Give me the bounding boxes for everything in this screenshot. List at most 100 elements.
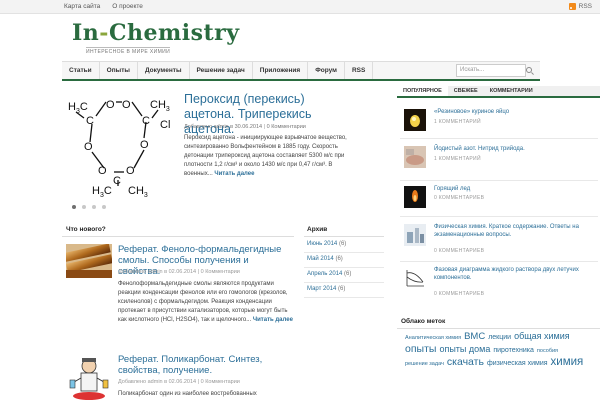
post-item: Реферат. Поликарбонат. Синтез, свойства,…: [66, 354, 291, 400]
slider-dot[interactable]: [102, 205, 106, 209]
slider-dots: [72, 205, 106, 209]
atom-o-1: O: [106, 99, 115, 111]
new-posts-heading: Что нового?: [66, 226, 106, 233]
atom-o-5: O: [98, 165, 107, 177]
post-read-more[interactable]: Читать далее: [253, 317, 293, 323]
chlorine-group: Cl: [160, 119, 170, 131]
archive-item[interactable]: Май 2014 (6): [304, 253, 384, 268]
atom-o-2: O: [122, 99, 131, 111]
archive-item-count: (6): [338, 241, 347, 247]
featured-read-more[interactable]: Читать далее: [214, 171, 254, 177]
tag-cloud-heading: Облако меток: [401, 318, 446, 325]
search-button[interactable]: [525, 65, 535, 75]
divider: [397, 328, 600, 329]
popular-item: Йодистый азот. Нитрид трийода. 1 КОММЕНТ…: [400, 146, 600, 174]
featured-title[interactable]: Пероксид (перекись) ацетона. Триперекись…: [184, 92, 349, 137]
slider-dot[interactable]: [92, 205, 96, 209]
atom-c-1: C: [86, 115, 94, 127]
post-title[interactable]: Реферат. Поликарбонат. Синтез, свойства,…: [118, 354, 293, 376]
popular-comments: 0 КОММЕНТАРИЕВ: [434, 291, 485, 297]
tag-link[interactable]: химия: [551, 356, 584, 368]
archive-item[interactable]: Апрель 2014 (6): [304, 268, 384, 283]
egg-image: [404, 109, 426, 131]
tag-cloud: Аналитическая химия ВМС лекции общая химияо…: [405, 331, 600, 370]
post-meta-added: Добавлено admin в 02.06.2014: [118, 379, 197, 385]
search-input[interactable]: Искать...: [456, 64, 526, 77]
archive-item-count: (6): [335, 256, 343, 262]
tag-link[interactable]: опыты: [405, 344, 436, 355]
search-icon: [526, 67, 532, 73]
sitemap-link[interactable]: Карта сайта: [64, 3, 100, 10]
divider: [304, 236, 384, 237]
nav-item-problems[interactable]: Решение задач: [190, 62, 253, 79]
popular-title[interactable]: Йодистый азот. Нитрид трийода.: [434, 146, 599, 154]
rss-top-label: RSS: [578, 3, 592, 10]
featured-meta-added: Добавлено admin в 30.06.2014: [184, 124, 263, 130]
nav-item-rss[interactable]: RSS: [345, 62, 374, 79]
popular-title[interactable]: Горящий лед: [434, 186, 599, 194]
site-logo[interactable]: In-Chemistry ИНТЕРЕСНОЕ В МИРЕ ХИМИИ: [72, 20, 239, 60]
archive-item-label: Июнь 2014: [307, 241, 338, 247]
nav-item-experiments[interactable]: Опыты: [100, 62, 138, 79]
nav-item-forum[interactable]: Форум: [308, 62, 345, 79]
tab-comments[interactable]: КОММЕНТАРИИ: [484, 86, 539, 96]
popular-thumbnail[interactable]: [404, 109, 426, 131]
popular-thumbnail[interactable]: [404, 267, 426, 289]
atom-c-3: C: [113, 175, 121, 187]
popular-title[interactable]: Фазовая диаграмма жидкого раствора двух …: [434, 267, 599, 282]
post-meta-comments[interactable]: 0 Комментарии: [201, 379, 240, 385]
physical-chemistry-image: [404, 224, 426, 246]
popular-thumbnail[interactable]: [404, 186, 426, 208]
post-excerpt: Поликарбонат один из наиболее востребова…: [118, 391, 257, 397]
atom-o-4: O: [84, 141, 93, 153]
nav-item-articles[interactable]: Статьи: [62, 62, 100, 79]
divider: [62, 236, 294, 237]
popular-title[interactable]: Физическая химия. Краткое содержание. От…: [434, 224, 599, 239]
logo-title-part1: In: [72, 20, 100, 46]
featured-excerpt: Пероксид ацетона - инициирующее взрывчат…: [184, 134, 350, 179]
featured-meta-comments[interactable]: 0 Комментарии: [267, 124, 306, 130]
popular-item: Фазовая диаграмма жидкого раствора двух …: [400, 267, 600, 297]
tag-link[interactable]: физическая химия: [487, 358, 548, 369]
featured-meta: Добавлено admin в 30.06.2014 | 0 Коммент…: [184, 124, 306, 130]
tag-link[interactable]: общая химия: [514, 331, 570, 342]
popular-thumbnail[interactable]: [404, 146, 426, 168]
popular-comments: 1 КОММЕНТАРИЙ: [434, 119, 481, 125]
popular-thumbnail[interactable]: [404, 224, 426, 246]
rss-top-link[interactable]: RSS: [568, 3, 592, 10]
featured-image[interactable]: O O C C O O O O C H3C CH3 Cl H3C CH3: [62, 88, 174, 199]
tag-link[interactable]: лекции: [488, 332, 511, 343]
archive-heading: Архив: [307, 226, 328, 233]
tag-link[interactable]: скачать: [447, 357, 484, 368]
methyl-group-2: CH3: [150, 99, 170, 113]
archive-list: Июнь 2014 (6) Май 2014 (6) Апрель 2014 (…: [304, 238, 384, 298]
tag-link[interactable]: решение задач: [405, 359, 444, 370]
methyl-group-1: H3C: [68, 101, 88, 115]
popular-item: Горящий лед 0 КОММЕНТАРИЕВ: [400, 186, 600, 214]
tag-link[interactable]: опыты дома: [439, 344, 490, 355]
archive-item-label: Май 2014: [307, 256, 334, 262]
logo-title: In-Chemistry: [72, 20, 239, 46]
slider-dot[interactable]: [72, 205, 76, 209]
post-meta: Добавлено admin в 02.06.2014 | 0 Коммент…: [118, 269, 240, 275]
nav-item-documents[interactable]: Документы: [138, 62, 190, 79]
main-nav: Статьи Опыты Документы Решение задач При…: [62, 61, 540, 81]
archive-item[interactable]: Июнь 2014 (6): [304, 238, 384, 253]
post-thumbnail[interactable]: [63, 243, 113, 278]
tab-recent[interactable]: СВЕЖЕЕ: [448, 86, 484, 96]
tag-link[interactable]: пиротехника: [493, 345, 534, 356]
about-link[interactable]: О проекте: [112, 3, 143, 10]
nav-item-apps[interactable]: Приложения: [253, 62, 309, 79]
tag-link[interactable]: ВМС: [464, 331, 485, 342]
archive-item[interactable]: Март 2014 (6): [304, 283, 384, 298]
slider-dot[interactable]: [82, 205, 86, 209]
tab-popular[interactable]: ПОПУЛЯРНОЕ: [397, 86, 448, 96]
methyl-group-4: CH3: [128, 185, 148, 198]
popular-title[interactable]: «Резиновое» куриное яйцо: [434, 109, 599, 117]
resin-image: [63, 243, 113, 278]
popular-comments: 0 КОММЕНТАРИЕВ: [434, 195, 485, 201]
atom-c-2: C: [142, 115, 150, 127]
post-item: Реферат. Феноло-формальдегидные смолы. С…: [63, 243, 293, 344]
post-meta-comments[interactable]: 0 Комментарии: [201, 269, 240, 275]
post-thumbnail[interactable]: [66, 354, 112, 400]
